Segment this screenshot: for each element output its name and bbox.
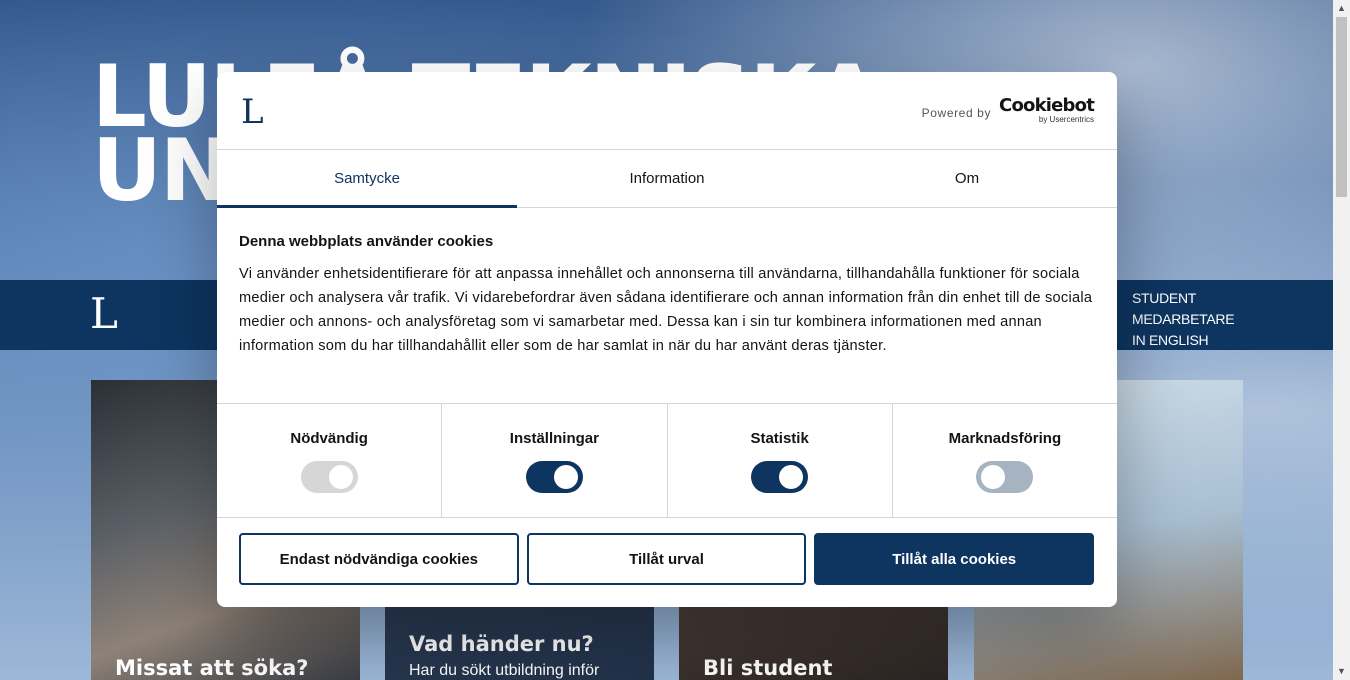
cookiebot-name: Cookiebot <box>999 95 1095 116</box>
ltu-logo-icon: L <box>241 92 264 132</box>
toggle-group-necessary: Nödvändig <box>217 404 443 517</box>
promo-card-subtitle: Har du sökt utbildning inför <box>409 662 600 679</box>
dialog-header: L Powered by Cookiebot by Usercentrics <box>217 72 1117 150</box>
nav-links: STUDENT MEDARBETARE IN ENGLISH <box>1132 288 1235 351</box>
promo-card-title: Bli student <box>703 656 833 680</box>
promo-card-title: Vad händer nu? <box>409 632 594 656</box>
powered-by-label: Powered by <box>921 106 992 120</box>
nav-link-student[interactable]: STUDENT <box>1132 288 1234 309</box>
toggle-label: Marknadsföring <box>948 430 1062 447</box>
toggle-knob <box>981 465 1006 489</box>
nav-link-in-english[interactable]: IN ENGLISH <box>1132 330 1234 351</box>
cookie-consent-dialog: L Powered by Cookiebot by Usercentrics S… <box>217 72 1117 607</box>
scroll-up-icon[interactable]: ▲ <box>1333 0 1350 17</box>
toggle-statistics[interactable] <box>751 461 809 493</box>
toggle-marketing[interactable] <box>976 461 1034 493</box>
toggle-knob <box>779 465 804 489</box>
dialog-buttons: Endast nödvändiga cookies Tillåt urval T… <box>217 518 1117 585</box>
toggle-knob <box>328 465 353 489</box>
toggle-group-preferences: Inställningar <box>442 404 668 517</box>
ltu-logo[interactable]: L <box>90 292 118 336</box>
necessary-only-button[interactable]: Endast nödvändiga cookies <box>239 533 519 585</box>
nav-link-medarbetare[interactable]: MEDARBETARE <box>1132 309 1235 330</box>
tab-om[interactable]: Om <box>817 150 1117 207</box>
dialog-body: Denna webbplats använder cookies Vi anvä… <box>217 208 1117 404</box>
toggle-label: Nödvändig <box>290 430 368 447</box>
toggle-preferences[interactable] <box>525 461 583 493</box>
toggle-necessary <box>300 461 358 493</box>
promo-card-title: Missat att söka? <box>115 656 309 680</box>
page-scrollbar[interactable]: ▲ ▼ <box>1333 0 1350 680</box>
tab-samtycke[interactable]: Samtycke <box>217 150 517 208</box>
cookiebot-logo: Cookiebot by Usercentrics <box>999 95 1095 125</box>
powered-by-cookiebot[interactable]: Powered by Cookiebot by Usercentrics <box>921 95 1095 125</box>
toggle-knob <box>553 465 578 489</box>
tab-information[interactable]: Information <box>517 150 817 207</box>
dialog-tabs: Samtycke Information Om <box>217 150 1117 208</box>
toggle-group-statistics: Statistik <box>668 404 893 517</box>
toggle-label: Statistik <box>750 430 809 447</box>
body-text: Vi använder enhetsidentifierare för att … <box>239 266 1093 354</box>
allow-all-button[interactable]: Tillåt alla cookies <box>814 533 1095 585</box>
consent-toggles: Nödvändig Inställningar Statistik Markna… <box>217 404 1117 518</box>
allow-selection-button[interactable]: Tillåt urval <box>526 533 807 585</box>
toggle-label: Inställningar <box>509 430 599 447</box>
cookiebot-by: by Usercentrics <box>1038 115 1094 124</box>
body-title: Denna webbplats använder cookies <box>239 233 494 250</box>
scrollbar-thumb[interactable] <box>1336 17 1347 197</box>
toggle-group-marketing: Marknadsföring <box>893 404 1117 517</box>
scroll-down-icon[interactable]: ▼ <box>1333 663 1350 680</box>
